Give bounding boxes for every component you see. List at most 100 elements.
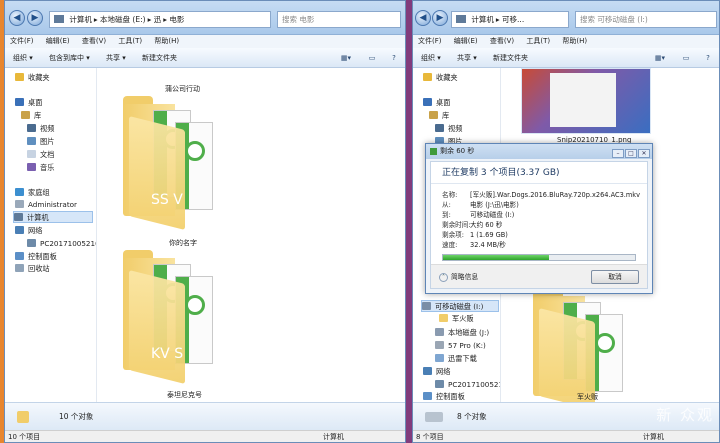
pc-icon	[435, 380, 444, 388]
menu-edit[interactable]: 编辑(E)	[454, 37, 478, 45]
copy-progress-bar	[442, 254, 636, 261]
nav-phone-k[interactable]: 57 Pro (K:)	[435, 340, 486, 352]
nav-videos[interactable]: 视频	[27, 123, 54, 135]
nav-user[interactable]: Administrator	[15, 199, 77, 211]
nav-favorites[interactable]: 收藏夹	[15, 72, 50, 84]
menu-bar: 文件(F) 编辑(E) 查看(V) 工具(T) 帮助(H)	[5, 35, 405, 48]
nav-videos[interactable]: 视频	[435, 123, 462, 135]
picture-icon	[27, 137, 36, 145]
breadcrumb-movies[interactable]: 电影	[169, 15, 184, 24]
folder-label[interactable]: 蒲公司行动	[165, 84, 200, 94]
details-pane: 10 个对象	[5, 402, 405, 430]
menu-tools[interactable]: 工具(T)	[526, 37, 550, 45]
preview-pane-icon[interactable]: ▭	[361, 53, 383, 63]
view-options-icon[interactable]: ▦▾	[649, 53, 671, 63]
folder-item[interactable]: KV S	[123, 250, 223, 384]
organize-button[interactable]: 组织 ▾	[13, 54, 33, 62]
address-bar[interactable]: 计算机 ▸ 可移...	[451, 11, 569, 28]
nav-desktop[interactable]: 桌面	[15, 97, 42, 109]
nav-homegroup[interactable]: 家庭组	[15, 187, 50, 199]
detail-row: 速度: 32.4 MB/秒	[442, 241, 506, 249]
menu-view[interactable]: 查看(V)	[490, 37, 514, 45]
folder-item[interactable]: SS V	[123, 96, 223, 230]
copy-icon	[430, 148, 437, 155]
view-options-icon[interactable]: ▦▾	[335, 53, 357, 63]
nav-recycle-bin[interactable]: 回收站	[15, 263, 50, 275]
new-folder-button[interactable]: 新建文件夹	[142, 54, 177, 62]
item-count: 10 个对象	[59, 412, 94, 421]
nav-control-panel[interactable]: 控制面板	[15, 251, 57, 263]
nav-computer[interactable]: 计算机	[13, 211, 93, 223]
computer-icon	[14, 213, 23, 221]
forward-button[interactable]: ▶	[432, 10, 448, 26]
maximize-button[interactable]: □	[625, 149, 637, 158]
image-thumbnail[interactable]	[521, 68, 651, 134]
nav-documents[interactable]: 文档	[27, 149, 54, 161]
nav-network-pc[interactable]: PC201710052108	[27, 238, 96, 250]
menu-edit[interactable]: 编辑(E)	[46, 37, 70, 45]
breadcrumb-computer[interactable]: 计算机	[69, 15, 92, 24]
nav-libraries[interactable]: 库	[21, 110, 41, 122]
menu-tools[interactable]: 工具(T)	[118, 37, 142, 45]
nav-music[interactable]: 音乐	[27, 162, 54, 174]
breadcrumb-computer[interactable]: 计算机	[471, 15, 494, 24]
nav-network[interactable]: 网络	[423, 366, 450, 378]
folder-label[interactable]: 你的名字	[169, 238, 197, 248]
less-info-toggle[interactable]: ˄ 简略信息	[439, 272, 478, 282]
control-panel-icon	[423, 392, 432, 400]
breadcrumb-folder[interactable]: 迅	[154, 15, 162, 24]
menu-view[interactable]: 查看(V)	[82, 37, 106, 45]
video-icon	[435, 124, 444, 132]
breadcrumb-drive[interactable]: 本地磁盘 (E:)	[100, 15, 146, 24]
left-explorer-window: ◀ ▶ 计算机 ▸ 本地磁盘 (E:) ▸ 迅 ▸ 电影 搜索 电影 文件(F) 编辑…	[4, 0, 406, 443]
detail-row: 到: 可移动磁盘 (I:)	[442, 211, 515, 219]
nav-local-disk-j[interactable]: 本地磁盘 (J:)	[435, 327, 489, 339]
help-icon[interactable]: ?	[697, 53, 719, 63]
include-library-button[interactable]: 包含到库中 ▾	[49, 54, 90, 62]
dialog-titlebar: 剩余 60 秒 – □ ✕	[426, 144, 652, 159]
detail-row: 从: 电影 (J:\迅\电影)	[442, 201, 519, 209]
breadcrumb-removable[interactable]: 可移...	[502, 15, 524, 24]
drive-icon	[456, 15, 466, 23]
nav-pictures[interactable]: 图片	[27, 136, 54, 148]
nav-removable-disk[interactable]: 可移动磁盘 (I:)	[421, 300, 499, 312]
forward-button[interactable]: ▶	[27, 10, 43, 26]
search-input[interactable]: 搜索 可移动磁盘 (I:)	[575, 11, 717, 28]
close-button[interactable]: ✕	[638, 149, 650, 158]
search-input[interactable]: 搜索 电影	[277, 11, 401, 28]
usb-drive-icon	[425, 412, 443, 422]
status-location: 计算机	[643, 433, 664, 441]
nav-desktop[interactable]: 桌面	[423, 97, 450, 109]
nav-network-pc[interactable]: PC201710052108	[435, 379, 500, 391]
back-button[interactable]: ◀	[415, 10, 431, 26]
dialog-title: 剩余 60 秒	[440, 147, 475, 155]
menu-file[interactable]: 文件(F)	[418, 37, 442, 45]
folder-label[interactable]: 军火贩	[577, 392, 598, 402]
share-button[interactable]: 共享 ▾	[457, 54, 477, 62]
back-button[interactable]: ◀	[9, 10, 25, 26]
new-folder-button[interactable]: 新建文件夹	[493, 54, 528, 62]
folder-label[interactable]: 泰坦尼克号	[167, 390, 202, 400]
nav-folder-junhuofan[interactable]: 军火贩	[439, 313, 474, 325]
organize-button[interactable]: 组织 ▾	[421, 54, 441, 62]
minimize-button[interactable]: –	[612, 149, 624, 158]
star-icon	[15, 73, 24, 81]
preview-pane-icon[interactable]: ▭	[675, 53, 697, 63]
disk-icon	[435, 328, 444, 336]
nav-libraries[interactable]: 库	[429, 110, 449, 122]
menu-help[interactable]: 帮助(H)	[562, 37, 587, 45]
folder-item[interactable]	[533, 288, 633, 410]
nav-network[interactable]: 网络	[15, 225, 42, 237]
folder-icon	[439, 314, 448, 322]
address-bar[interactable]: 计算机 ▸ 本地磁盘 (E:) ▸ 迅 ▸ 电影	[49, 11, 271, 28]
share-button[interactable]: 共享 ▾	[106, 54, 126, 62]
menu-help[interactable]: 帮助(H)	[154, 37, 179, 45]
menu-file[interactable]: 文件(F)	[10, 37, 34, 45]
nav-xunlei-downloads[interactable]: 迅雷下载	[435, 353, 477, 365]
network-icon	[423, 367, 432, 375]
help-icon[interactable]: ?	[383, 53, 405, 63]
user-icon	[15, 200, 24, 208]
folder-letters: SS V	[151, 192, 183, 208]
nav-favorites[interactable]: 收藏夹	[423, 72, 458, 84]
cancel-button[interactable]: 取消	[591, 270, 639, 284]
